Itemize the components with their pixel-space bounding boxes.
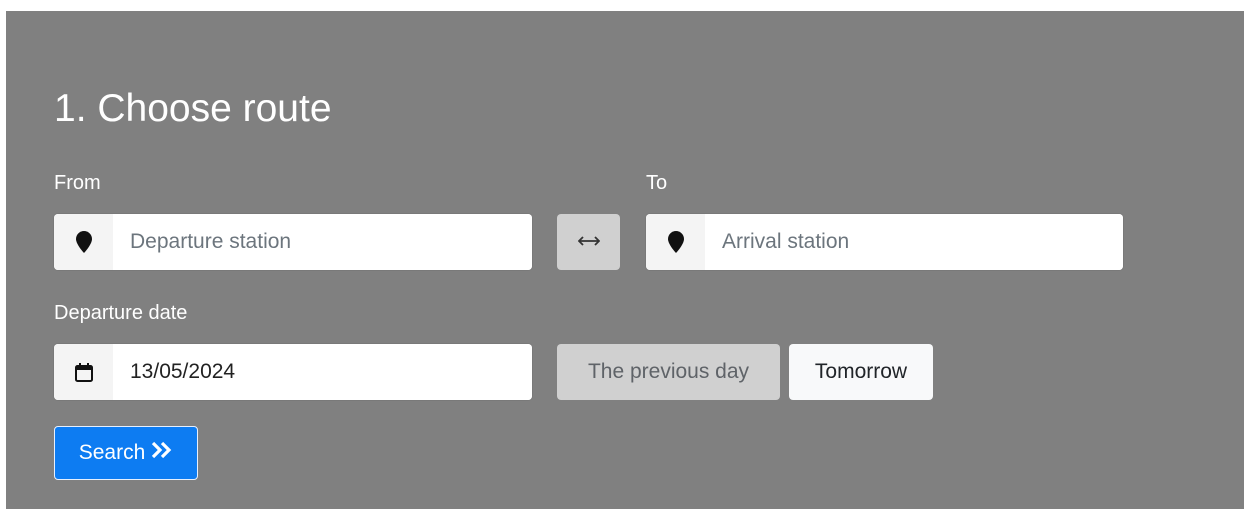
from-label: From (54, 172, 101, 194)
arrival-station-input[interactable] (705, 214, 1123, 270)
swap-arrows-icon (577, 233, 600, 251)
tomorrow-button[interactable]: Tomorrow (789, 344, 933, 400)
swap-stations-button[interactable] (557, 214, 620, 270)
route-panel: 1. Choose route From To Departure date (6, 11, 1244, 509)
double-chevron-right-icon (151, 441, 173, 465)
map-marker-icon (54, 214, 113, 270)
departure-date-input[interactable] (113, 344, 532, 400)
departure-date-label: Departure date (54, 302, 188, 324)
departure-station-input[interactable] (113, 214, 532, 270)
to-label: To (646, 172, 668, 194)
previous-day-button[interactable]: The previous day (557, 344, 780, 400)
departure-date-group (54, 344, 532, 400)
departure-station-group (54, 214, 532, 270)
page-title: 1. Choose route (54, 87, 332, 130)
search-button-label: Search (78, 441, 146, 464)
search-button[interactable]: Search (54, 426, 198, 480)
calendar-icon[interactable] (54, 344, 113, 400)
map-marker-icon (646, 214, 705, 270)
arrival-station-group (646, 214, 1123, 270)
